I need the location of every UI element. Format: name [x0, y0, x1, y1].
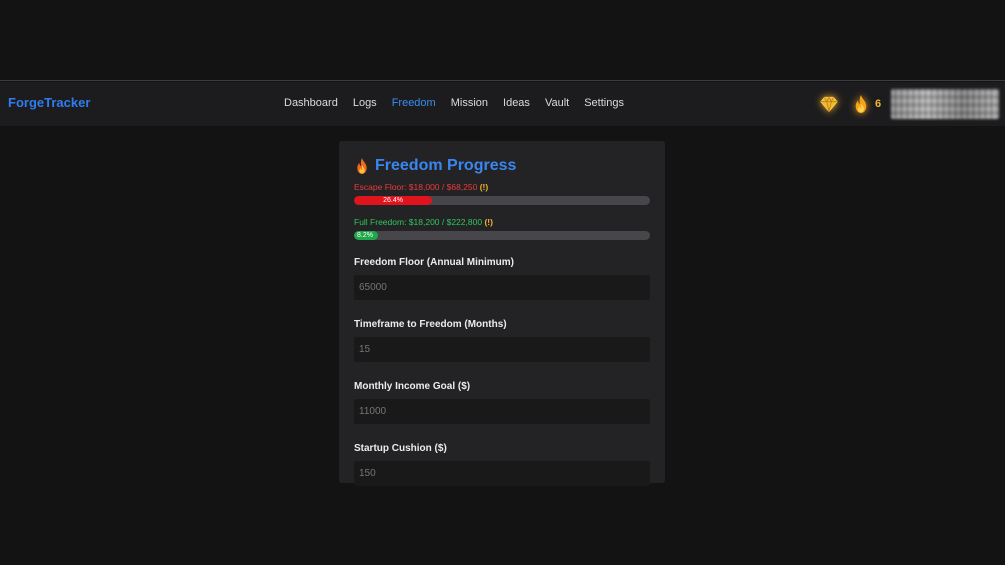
monthly-income-input[interactable] [354, 399, 650, 424]
escape-warning-icon: (!) [479, 182, 489, 192]
startup-cushion-label: Startup Cushion ($) [354, 443, 447, 454]
timeframe-input[interactable] [354, 337, 650, 362]
full-freedom-progress-bar: 8.2% [354, 231, 650, 240]
full-freedom-progress-fill: 8.2% [354, 231, 379, 240]
nav-item-freedom[interactable]: Freedom [392, 97, 436, 109]
escape-floor-progress-fill: 26.4% [354, 196, 433, 205]
streak-count: 6 [875, 98, 882, 110]
monthly-income-label: Monthly Income Goal ($) [354, 381, 471, 392]
nav-item-mission[interactable]: Mission [451, 97, 488, 109]
navbar: ForgeTracker Dashboard Logs Freedom Miss… [0, 82, 1005, 126]
top-band [0, 0, 1005, 81]
freedom-floor-label: Freedom Floor (Annual Minimum) [354, 257, 514, 268]
freedom-floor-input[interactable] [354, 275, 650, 300]
fire-icon[interactable] [852, 94, 870, 114]
nav-item-ideas[interactable]: Ideas [503, 97, 530, 109]
nav-item-vault[interactable]: Vault [545, 97, 569, 109]
nav-item-logs[interactable]: Logs [353, 97, 377, 109]
brand-logo[interactable]: ForgeTracker [8, 95, 90, 110]
fire-icon [357, 158, 367, 174]
nav-right: 6 [820, 89, 1000, 119]
full-freedom-label: Full Freedom: $18,200 / $222,800 (!) [354, 217, 650, 228]
nav-item-dashboard[interactable]: Dashboard [284, 97, 338, 109]
escape-floor-text: Escape Floor: $18,000 / $68,250 [354, 182, 478, 192]
gem-icon[interactable] [820, 95, 838, 113]
startup-cushion-input[interactable] [354, 461, 650, 486]
freedom-progress-card: Freedom Progress Escape Floor: $18,000 /… [339, 141, 665, 486]
full-freedom-text: Full Freedom: $18,200 / $222,800 [354, 217, 483, 227]
card-title: Freedom Progress [354, 155, 650, 177]
escape-floor-progress-bar: 26.4% [354, 196, 650, 205]
timeframe-label: Timeframe to Freedom (Months) [354, 319, 507, 330]
full-warning-icon: (!) [484, 217, 493, 227]
nav-links: Dashboard Logs Freedom Mission Ideas Vau… [284, 97, 624, 109]
escape-floor-label: Escape Floor: $18,000 / $68,250 (!) [354, 182, 650, 193]
user-avatar[interactable] [891, 89, 1000, 119]
nav-item-settings[interactable]: Settings [584, 97, 624, 109]
card-title-text: Freedom Progress [375, 157, 517, 174]
